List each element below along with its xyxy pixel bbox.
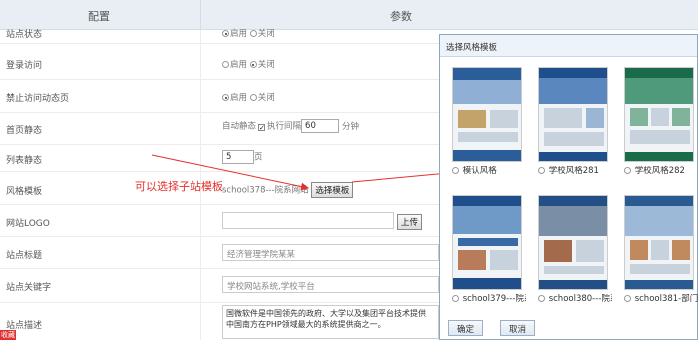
template-radio[interactable] [624,295,631,302]
template-thumbnail [538,67,608,162]
template-caption: 模认风格 [452,166,526,186]
template-radio[interactable] [452,295,459,302]
template-thumbnail [538,195,608,290]
template-radio[interactable] [452,167,459,174]
dialog-cancel-button[interactable]: 取消 [500,320,536,336]
template-name: 模认风格 [462,166,497,176]
dialog-ok-button[interactable]: 确定 [448,320,484,336]
arrow-to-template-button [151,154,309,191]
template-caption: 学校风格281 [538,166,612,186]
template-caption: school379---院系网站 [452,294,526,314]
template-thumbnail [624,67,694,162]
template-thumbnail [624,195,694,290]
template-caption: school380---院系网站 [538,294,612,314]
template-name: school379---院系网站 [462,294,526,304]
template-tile[interactable]: school380---院系网站 [538,195,612,314]
template-radio[interactable] [538,167,545,174]
dialog-title: 选择风格模板 [440,35,697,57]
template-name: school381-部门网站 [634,294,698,304]
template-radio[interactable] [538,295,545,302]
template-thumbnail [452,195,522,290]
template-tile[interactable]: 模认风格 [452,67,526,186]
template-tile[interactable]: school381-部门网站 [624,195,698,314]
template-tile[interactable]: 学校风格281 [538,67,612,186]
template-caption: 学校风格282 [624,166,698,186]
template-dialog: 选择风格模板 模认风格 学校风格281 学校风格282 school379---… [439,34,698,340]
template-thumbnail [452,67,522,162]
template-tile[interactable]: 学校风格282 [624,67,698,186]
template-name: 学校风格282 [634,166,685,176]
template-name: 学校风格281 [548,166,599,176]
template-radio[interactable] [624,167,631,174]
template-tile[interactable]: school379---院系网站 [452,195,526,314]
template-name: school380---院系网站 [548,294,612,304]
template-caption: school381-部门网站 [624,294,698,314]
